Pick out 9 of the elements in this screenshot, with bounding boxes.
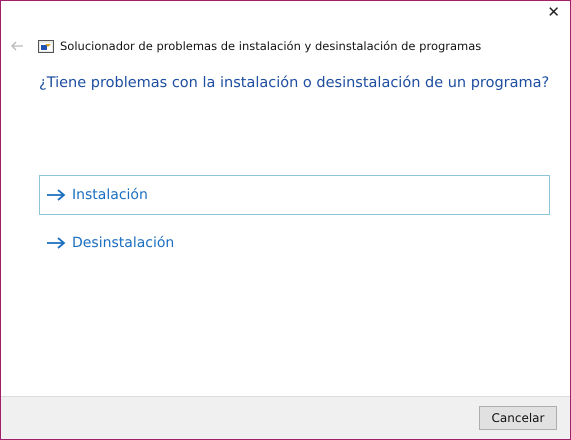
window-title: Solucionador de problemas de instalación y desinstalación de programas [60,39,482,53]
cancel-button[interactable]: Cancelar [479,406,557,430]
option-link[interactable]: Instalación [39,175,550,215]
heading: ¿Tiene problemas con la instalación o desinstalación de un programa? [39,75,550,91]
close-button[interactable]: ✕ [547,1,570,31]
program-icon [38,40,54,52]
arrow-icon [46,189,66,201]
arrow-icon [46,237,66,249]
back-arrow-icon[interactable] [10,41,24,51]
